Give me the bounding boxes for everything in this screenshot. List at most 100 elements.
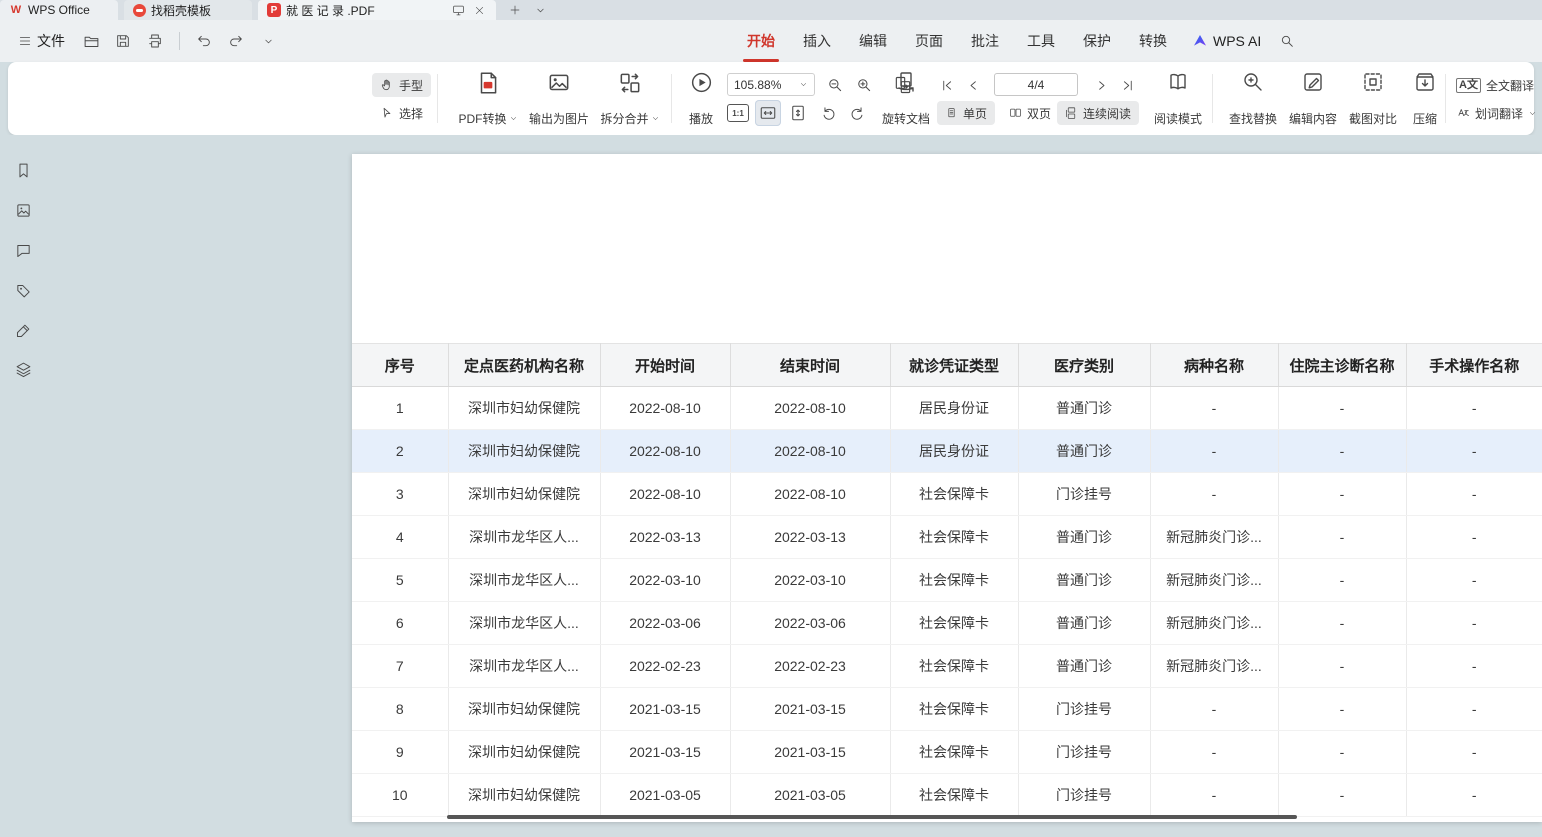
tab-edit[interactable]: 编辑 — [845, 20, 901, 62]
fit-width-icon[interactable] — [755, 100, 781, 126]
tab-annotate[interactable]: 批注 — [957, 20, 1013, 62]
single-page-icon — [945, 107, 958, 120]
thumbnails-icon[interactable] — [10, 197, 36, 223]
continuous-scroll-icon — [1065, 107, 1078, 120]
page-number-field[interactable] — [994, 73, 1078, 96]
select-tool-button[interactable]: 选择 — [372, 101, 431, 125]
rotate-document-label: 旋转文档 — [882, 110, 930, 127]
pdf-file-icon: P — [267, 3, 281, 17]
open-folder-icon[interactable] — [79, 29, 103, 53]
window-tab-bar: W WPS Office 找稻壳模板 P 就 医 记 录 .PDF — [0, 0, 1542, 20]
table-cell: 门诊挂号 — [1018, 731, 1150, 774]
table-cell: 2021-03-05 — [730, 774, 890, 817]
table-scrollbar[interactable] — [447, 815, 1297, 819]
table-cell: 3 — [352, 473, 448, 516]
tab-wps-office[interactable]: W WPS Office — [0, 0, 118, 20]
table-row[interactable]: 7深圳市龙华区人...2022-02-232022-02-23社会保障卡普通门诊… — [352, 645, 1542, 688]
read-mode-button[interactable]: 阅读模式 — [1148, 70, 1208, 127]
edit-content-button[interactable]: 编辑内容 — [1281, 70, 1345, 127]
monitor-icon[interactable] — [450, 2, 466, 18]
table-row[interactable]: 3深圳市妇幼保健院2022-08-102022-08-10社会保障卡门诊挂号--… — [352, 473, 1542, 516]
actual-size-icon[interactable]: 1:1 — [725, 100, 751, 126]
wps-logo-icon: W — [9, 3, 23, 17]
screenshot-compare-button[interactable]: 截图对比 — [1341, 70, 1405, 127]
print-icon[interactable] — [143, 29, 167, 53]
tab-protect[interactable]: 保护 — [1069, 20, 1125, 62]
tab-document-active[interactable]: P 就 医 记 录 .PDF — [258, 0, 496, 20]
table-row[interactable]: 1深圳市妇幼保健院2022-08-102022-08-10居民身份证普通门诊--… — [352, 387, 1542, 430]
table-cell: 普通门诊 — [1018, 430, 1150, 473]
close-tab-icon[interactable] — [471, 2, 487, 18]
table-row[interactable]: 5深圳市龙华区人...2022-03-102022-03-10社会保障卡普通门诊… — [352, 559, 1542, 602]
table-cell: - — [1278, 387, 1406, 430]
export-image-button[interactable]: 输出为图片 — [524, 70, 594, 127]
tab-insert[interactable]: 插入 — [789, 20, 845, 62]
word-translate-button[interactable]: 划词翻译 — [1452, 101, 1541, 125]
table-row[interactable]: 6深圳市龙华区人...2022-03-062022-03-06社会保障卡普通门诊… — [352, 602, 1542, 645]
table-row[interactable]: 9深圳市妇幼保健院2021-03-152021-03-15社会保障卡门诊挂号--… — [352, 731, 1542, 774]
page-number-input[interactable] — [994, 73, 1078, 96]
undo-redo-chevron-icon[interactable] — [256, 29, 280, 53]
undo-icon[interactable] — [192, 29, 216, 53]
comment-icon[interactable] — [10, 237, 36, 263]
table-row[interactable]: 10深圳市妇幼保健院2021-03-052021-03-05社会保障卡门诊挂号-… — [352, 774, 1542, 817]
table-row[interactable]: 8深圳市妇幼保健院2021-03-152021-03-15社会保障卡门诊挂号--… — [352, 688, 1542, 731]
table-cell: 新冠肺炎门诊... — [1150, 602, 1278, 645]
rotate-document-button[interactable]: 旋转文档 — [874, 70, 938, 127]
table-cell: - — [1278, 645, 1406, 688]
table-cell: 深圳市妇幼保健院 — [448, 430, 600, 473]
last-page-icon[interactable] — [1116, 72, 1138, 98]
table-cell: 8 — [352, 688, 448, 731]
save-icon[interactable] — [111, 29, 135, 53]
menu-bar: 文件 开始 插入 编辑 页面 批注 工具 保护 转换 — [0, 20, 1542, 62]
table-cell: - — [1406, 473, 1542, 516]
pdf-page[interactable]: 序号定点医药机构名称开始时间结束时间就诊凭证类型医疗类别病种名称住院主诊断名称手… — [352, 154, 1542, 822]
wps-ai-logo-icon — [1192, 33, 1208, 49]
find-replace-button[interactable]: 查找替换 — [1221, 70, 1285, 127]
continuous-read-button[interactable]: 连续阅读 — [1057, 101, 1139, 125]
new-tab-button[interactable] — [506, 1, 524, 19]
full-translate-button[interactable]: A文 全文翻译 — [1452, 73, 1538, 97]
tab-page[interactable]: 页面 — [901, 20, 957, 62]
play-button[interactable]: 播放 — [676, 70, 726, 127]
fit-page-icon[interactable] — [785, 100, 811, 126]
bookmark-icon[interactable] — [10, 157, 36, 183]
ribbon-toolbar: 手型 选择 PDF转换 输出为图片 拆分合并 播放 105.88% — [8, 62, 1534, 135]
tab-convert[interactable]: 转换 — [1125, 20, 1181, 62]
file-menu-button[interactable]: 文件 — [12, 27, 71, 55]
attachment-icon[interactable] — [10, 277, 36, 303]
wps-ai-button[interactable]: WPS AI — [1192, 33, 1261, 49]
signature-pen-icon[interactable] — [10, 317, 36, 343]
tab-docer-templates[interactable]: 找稻壳模板 — [124, 0, 252, 20]
single-page-button[interactable]: 单页 — [937, 101, 995, 125]
tab-home[interactable]: 开始 — [733, 20, 789, 62]
rotate-left-icon[interactable] — [815, 100, 841, 126]
split-merge-button[interactable]: 拆分合并 — [592, 70, 668, 127]
table-cell: - — [1278, 602, 1406, 645]
table-row[interactable]: 4深圳市龙华区人...2022-03-132022-03-13社会保障卡普通门诊… — [352, 516, 1542, 559]
table-cell: - — [1278, 430, 1406, 473]
hand-tool-button[interactable]: 手型 — [372, 73, 431, 97]
compress-button[interactable]: 压缩 — [1402, 70, 1448, 127]
rotate-right-icon[interactable] — [844, 100, 870, 126]
quick-access-group: 文件 — [12, 20, 280, 62]
table-cell: 深圳市妇幼保健院 — [448, 387, 600, 430]
previous-page-icon[interactable] — [962, 72, 984, 98]
table-row[interactable]: 2深圳市妇幼保健院2022-08-102022-08-10居民身份证普通门诊--… — [352, 430, 1542, 473]
table-cell: - — [1150, 688, 1278, 731]
table-cell: 社会保障卡 — [890, 774, 1018, 817]
tab-tools[interactable]: 工具 — [1013, 20, 1069, 62]
table-cell: - — [1406, 688, 1542, 731]
menubar-right-group: WPS AI — [1192, 20, 1299, 62]
layers-icon[interactable] — [10, 356, 36, 382]
tab-list-chevron-icon[interactable] — [531, 1, 549, 19]
zoom-select[interactable]: 105.88% — [727, 73, 815, 96]
next-page-icon[interactable] — [1090, 72, 1112, 98]
zoom-out-icon[interactable] — [822, 72, 848, 98]
search-icon[interactable] — [1275, 29, 1299, 53]
first-page-icon[interactable] — [936, 72, 958, 98]
pdf-convert-button[interactable]: PDF转换 — [450, 70, 526, 127]
split-merge-icon — [617, 70, 643, 96]
redo-icon[interactable] — [224, 29, 248, 53]
column-header: 医疗类别 — [1018, 344, 1150, 387]
